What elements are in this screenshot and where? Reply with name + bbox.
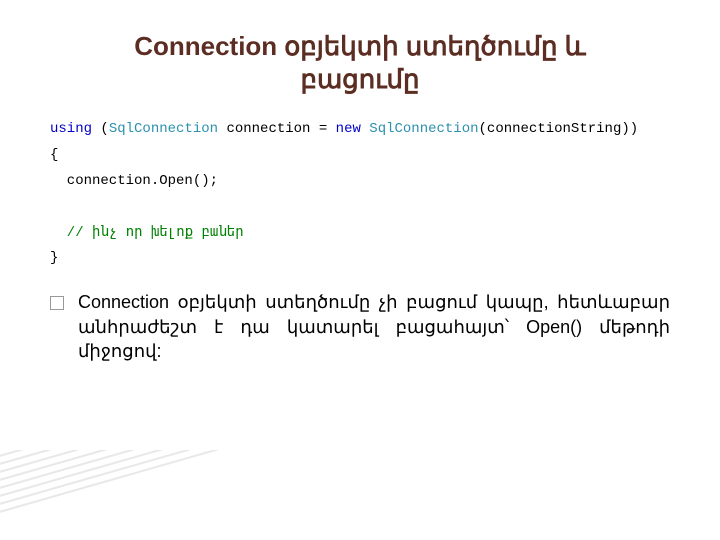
code-close-brace: } bbox=[50, 250, 58, 266]
kw-new: new bbox=[336, 121, 361, 137]
code-block: using (SqlConnection connection = new Sq… bbox=[50, 117, 670, 272]
type-sqlconnection-2: SqlConnection bbox=[369, 121, 478, 137]
code-open-brace: { bbox=[50, 147, 58, 163]
code-mid: connection = bbox=[218, 121, 336, 137]
code-open-call: connection.Open(); bbox=[50, 173, 218, 189]
title-line-2: բացումը bbox=[300, 64, 419, 94]
title-line-1: Connection օբյեկտի ստեղծումը և bbox=[134, 31, 586, 61]
type-sqlconnection-1: SqlConnection bbox=[109, 121, 218, 137]
bullet-item: Connection օբյեկտի ստեղծումը չի բացում կ… bbox=[50, 290, 670, 363]
kw-using: using bbox=[50, 121, 92, 137]
decorative-stripes bbox=[0, 450, 230, 540]
bullet-icon bbox=[50, 296, 64, 310]
slide-title: Connection օբյեկտի ստեղծումը և բացումը bbox=[50, 30, 670, 95]
code-end-line1: (connectionString)) bbox=[479, 121, 639, 137]
code-comment: // ինչ որ խելոք բաներ bbox=[50, 225, 244, 241]
code-paren1: ( bbox=[92, 121, 109, 137]
bullet-text: Connection օբյեկտի ստեղծումը չի բացում կ… bbox=[78, 290, 670, 363]
